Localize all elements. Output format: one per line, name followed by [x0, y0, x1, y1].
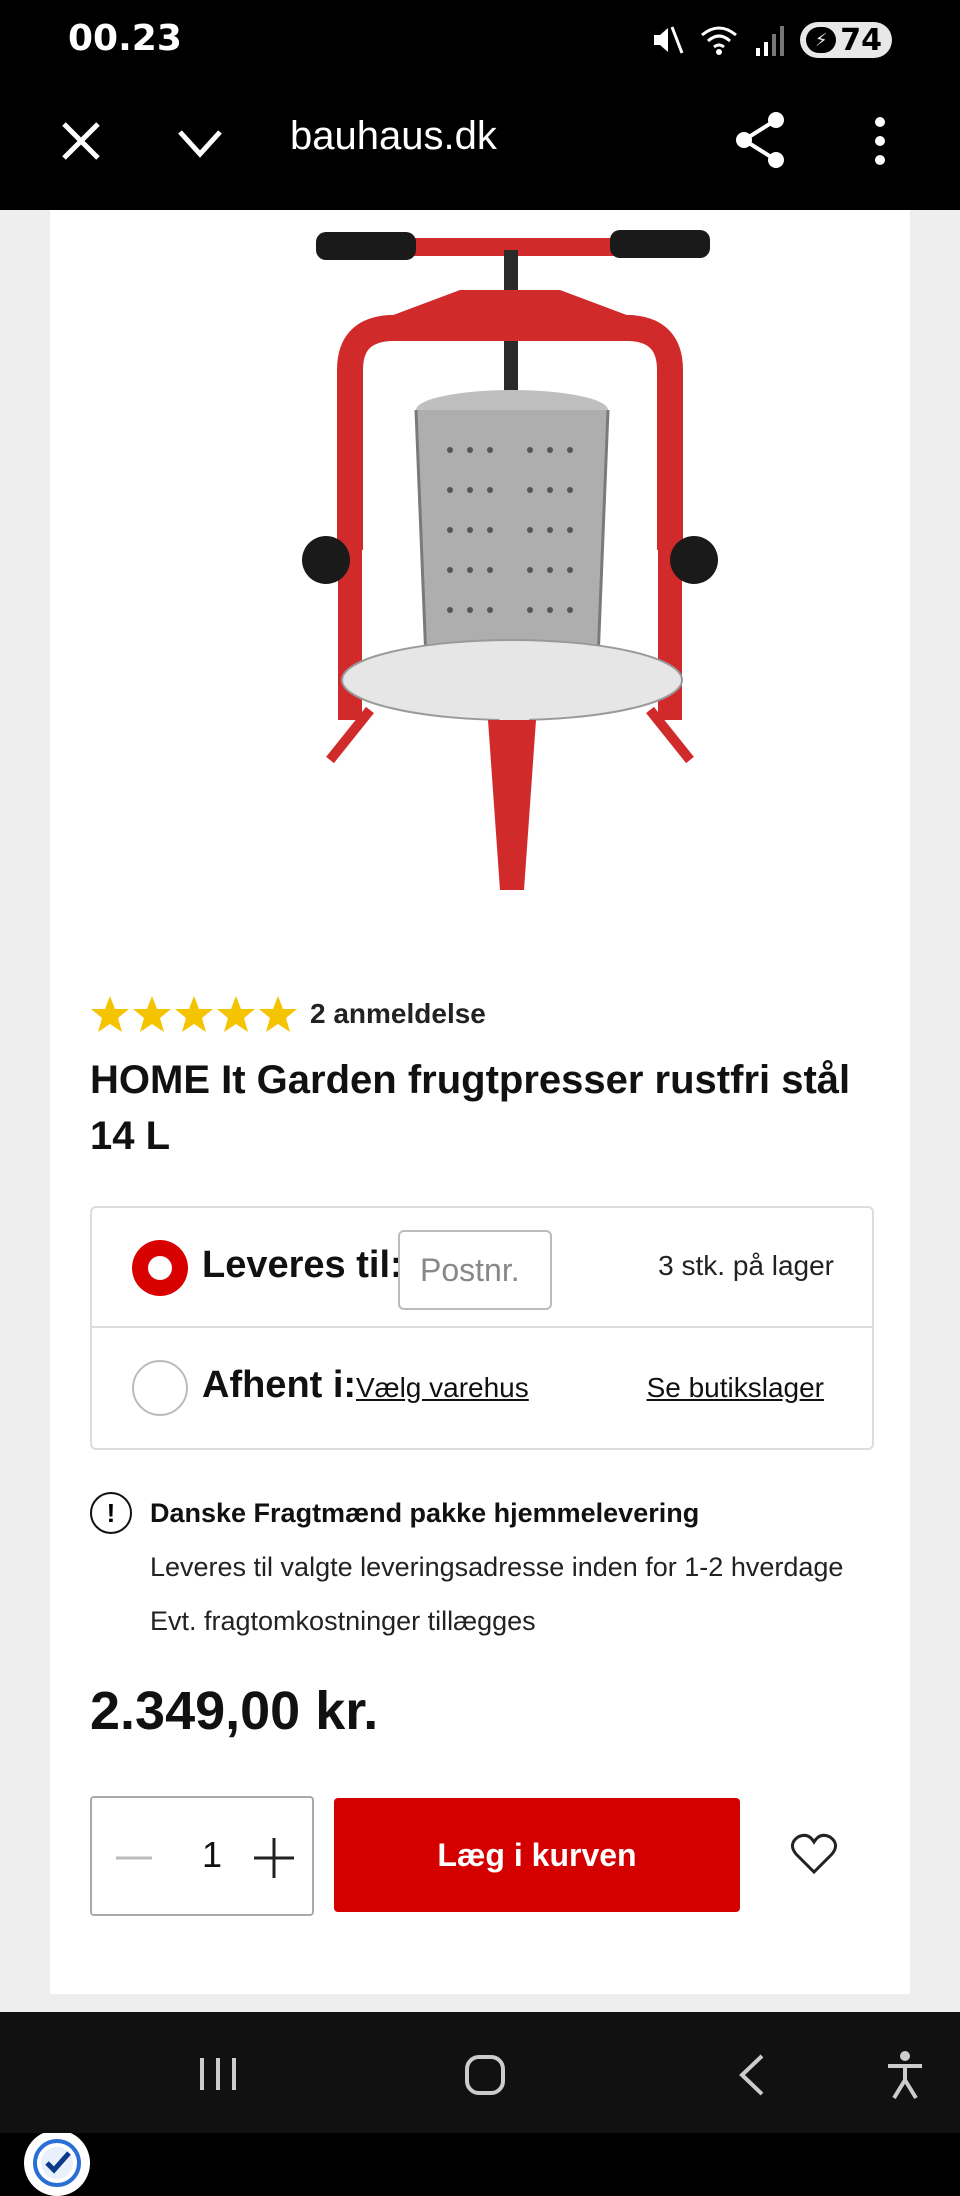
- close-icon[interactable]: [56, 116, 106, 166]
- minus-icon[interactable]: [114, 1838, 154, 1878]
- shipping-cost-note: Evt. fragtomkostninger tillægges: [150, 1606, 536, 1636]
- more-vertical-icon[interactable]: [862, 114, 898, 168]
- quantity-stepper: 1: [90, 1796, 314, 1916]
- url-display[interactable]: bauhaus.dk: [290, 114, 497, 159]
- home-icon[interactable]: [464, 2054, 506, 2096]
- ship-label: Leveres til:: [202, 1244, 403, 1286]
- battery-icon: ⚡ 74: [800, 22, 892, 58]
- stock-status: 3 stk. på lager: [658, 1250, 834, 1281]
- recent-apps-icon[interactable]: [196, 2054, 240, 2094]
- system-navigation-bar: [0, 2012, 960, 2133]
- fruit-press-image[interactable]: [270, 220, 750, 910]
- product-card: 2 anmeldelse HOME It Garden frugtpresser…: [50, 210, 910, 1994]
- product-price: 2.349,00 kr.: [90, 1681, 379, 1741]
- verified-check-icon: [33, 2139, 81, 2187]
- info-exclamation-icon: !: [90, 1492, 132, 1534]
- product-rating[interactable]: 2 anmeldelse: [90, 994, 486, 1034]
- back-icon[interactable]: [736, 2052, 766, 2098]
- status-time: 00.23: [68, 18, 182, 59]
- star-icon: [259, 996, 297, 1032]
- trust-badge[interactable]: [24, 2130, 90, 2196]
- shipping-method: Danske Fragtmænd pakke hjemmelevering: [150, 1498, 700, 1528]
- signal-icon: [756, 26, 785, 56]
- page-content: 2 anmeldelse HOME It Garden frugtpresser…: [0, 210, 960, 2196]
- star-icon: [91, 996, 129, 1032]
- heart-icon[interactable]: [790, 1832, 838, 1876]
- status-bar: 00.23 ⚡ 74: [0, 0, 960, 80]
- delivery-option-pickup[interactable]: Afhent i: Vælg varehus Se butikslager: [92, 1328, 872, 1448]
- star-icon: [133, 996, 171, 1032]
- product-title: HOME It Garden frugtpresser rustfri stål…: [90, 1058, 851, 1158]
- share-icon[interactable]: [732, 110, 788, 170]
- status-icons: ⚡ 74: [650, 20, 892, 60]
- wifi-icon: [701, 26, 738, 55]
- plus-icon[interactable]: [252, 1836, 296, 1880]
- review-count[interactable]: 2 anmeldelse: [310, 998, 486, 1030]
- star-icon: [175, 996, 213, 1032]
- battery-level: 74: [840, 22, 882, 58]
- browser-toolbar: bauhaus.dk: [0, 80, 960, 210]
- choose-store-link[interactable]: Vælg varehus: [356, 1372, 529, 1404]
- accessibility-icon[interactable]: [884, 2050, 926, 2100]
- delivery-options: Leveres til: 3 stk. på lager Afhent i: V…: [90, 1206, 874, 1450]
- mute-icon: [654, 26, 684, 54]
- delivery-option-ship[interactable]: Leveres til: 3 stk. på lager: [92, 1208, 872, 1328]
- add-to-cart-button[interactable]: Læg i kurven: [334, 1798, 740, 1912]
- postnr-input[interactable]: [398, 1230, 552, 1310]
- pickup-radio[interactable]: [132, 1360, 188, 1416]
- charging-icon: ⚡: [806, 27, 837, 53]
- store-stock-link[interactable]: Se butikslager: [647, 1372, 824, 1404]
- rating-stars: [90, 994, 298, 1034]
- chevron-down-icon[interactable]: [174, 118, 226, 168]
- ship-radio[interactable]: [132, 1240, 188, 1296]
- shipping-time: Leveres til valgte leveringsadresse inde…: [150, 1552, 844, 1582]
- pickup-label: Afhent i:: [202, 1364, 357, 1406]
- star-icon: [217, 996, 255, 1032]
- quantity-value[interactable]: 1: [192, 1834, 232, 1876]
